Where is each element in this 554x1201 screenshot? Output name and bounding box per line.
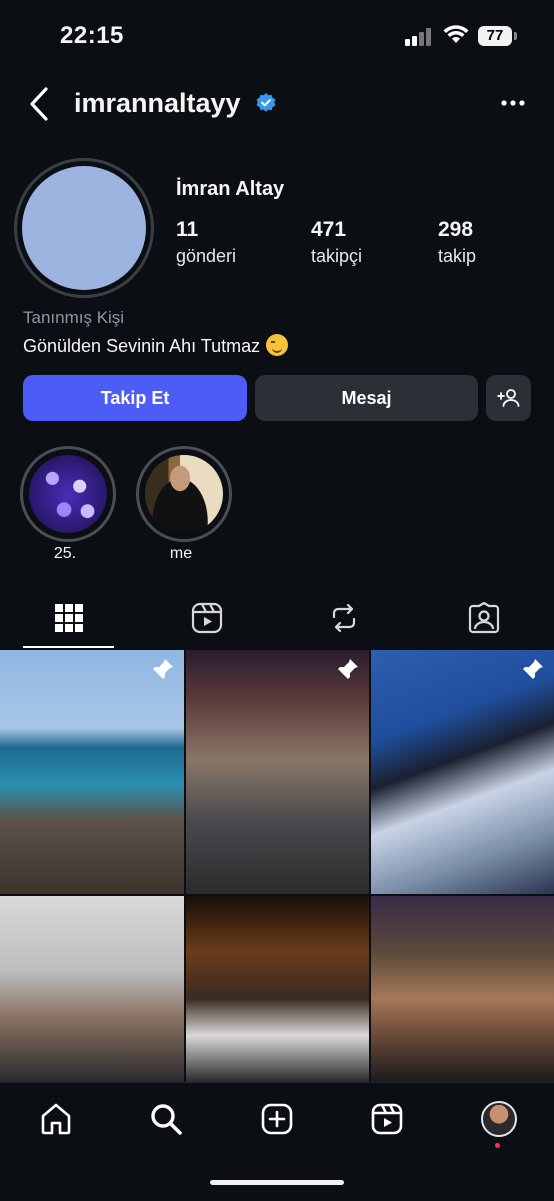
profile-category: Tanınmış Kişi: [23, 308, 125, 327]
story-highlight-2[interactable]: [136, 446, 232, 542]
battery-nub: [514, 32, 517, 40]
profile-bio-text: Gönülden Sevinin Ahı Tutmaz: [23, 336, 261, 356]
post-thumbnail-2[interactable]: [186, 650, 369, 894]
nav-reels[interactable]: [367, 1099, 407, 1139]
stat-followers-count: 471: [311, 218, 347, 241]
stat-following-label: takip: [438, 246, 477, 266]
stat-posts[interactable]: 11 gönderi: [176, 218, 236, 267]
story-highlight-cover: [29, 455, 107, 533]
more-options-icon[interactable]: [500, 90, 526, 116]
tab-reposts[interactable]: [324, 600, 364, 636]
add-post-icon: [261, 1103, 293, 1135]
tagged-person-icon: [468, 602, 500, 634]
post-thumbnail-4[interactable]: [0, 896, 184, 1082]
message-button[interactable]: Mesaj: [255, 375, 478, 421]
add-person-icon: [496, 389, 519, 407]
profile-bio: Gönülden Sevinin Ahı Tutmaz: [23, 334, 289, 357]
notification-dot: [495, 1143, 500, 1148]
home-indicator: [210, 1180, 344, 1185]
stat-posts-count: 11: [176, 218, 199, 241]
profile-avatar[interactable]: [22, 166, 146, 290]
post-thumbnail-6[interactable]: [371, 896, 554, 1082]
battery-indicator: 77: [478, 26, 512, 46]
active-tab-indicator: [23, 646, 114, 648]
tab-posts-grid[interactable]: [49, 600, 89, 636]
home-icon: [41, 1103, 71, 1135]
search-icon: [151, 1104, 182, 1135]
grid-icon: [55, 604, 83, 632]
nav-profile-avatar[interactable]: [481, 1101, 517, 1137]
pinned-icon: [523, 659, 543, 679]
tab-tagged[interactable]: [464, 600, 504, 636]
profile-content-tabs: [0, 588, 554, 648]
pinned-icon: [338, 659, 358, 679]
verified-badge-icon: [256, 93, 276, 112]
reels-icon: [191, 602, 223, 634]
stat-posts-label: gönderi: [176, 246, 237, 266]
story-highlight-1[interactable]: [20, 446, 116, 542]
stat-following[interactable]: 298 takip: [438, 218, 476, 267]
winking-face-icon: [266, 334, 289, 356]
stat-followers-label: takipçi: [311, 246, 363, 266]
stat-followers[interactable]: 471 takipçi: [311, 218, 362, 267]
profile-username: imrannaltayy: [74, 88, 241, 118]
post-thumbnail-1[interactable]: [0, 650, 184, 894]
nav-home[interactable]: [36, 1099, 76, 1139]
story-highlight-1-label: 25.: [53, 545, 77, 562]
cellular-signal-icon: [405, 28, 435, 46]
suggested-accounts-button[interactable]: [486, 375, 531, 421]
follow-button[interactable]: Takip Et: [23, 375, 247, 421]
repost-icon: [332, 603, 356, 633]
post-thumbnail-5[interactable]: [186, 896, 369, 1082]
back-chevron-icon[interactable]: [28, 86, 50, 122]
status-time: 22:15: [60, 22, 124, 49]
stat-following-count: 298: [438, 218, 474, 241]
post-thumbnail-3[interactable]: [371, 650, 554, 894]
nav-search[interactable]: [146, 1099, 186, 1139]
wifi-icon: [443, 25, 469, 43]
reels-icon: [371, 1103, 403, 1135]
nav-create[interactable]: [257, 1099, 297, 1139]
pinned-icon: [153, 659, 173, 679]
tab-reels[interactable]: [187, 600, 227, 636]
story-highlight-cover: [145, 455, 223, 533]
story-highlight-2-label: me: [169, 545, 193, 562]
profile-full-name: İmran Altay: [176, 178, 285, 200]
status-bar: 22:15 77: [0, 0, 554, 76]
profile-header: imrannaltayy: [0, 76, 554, 136]
